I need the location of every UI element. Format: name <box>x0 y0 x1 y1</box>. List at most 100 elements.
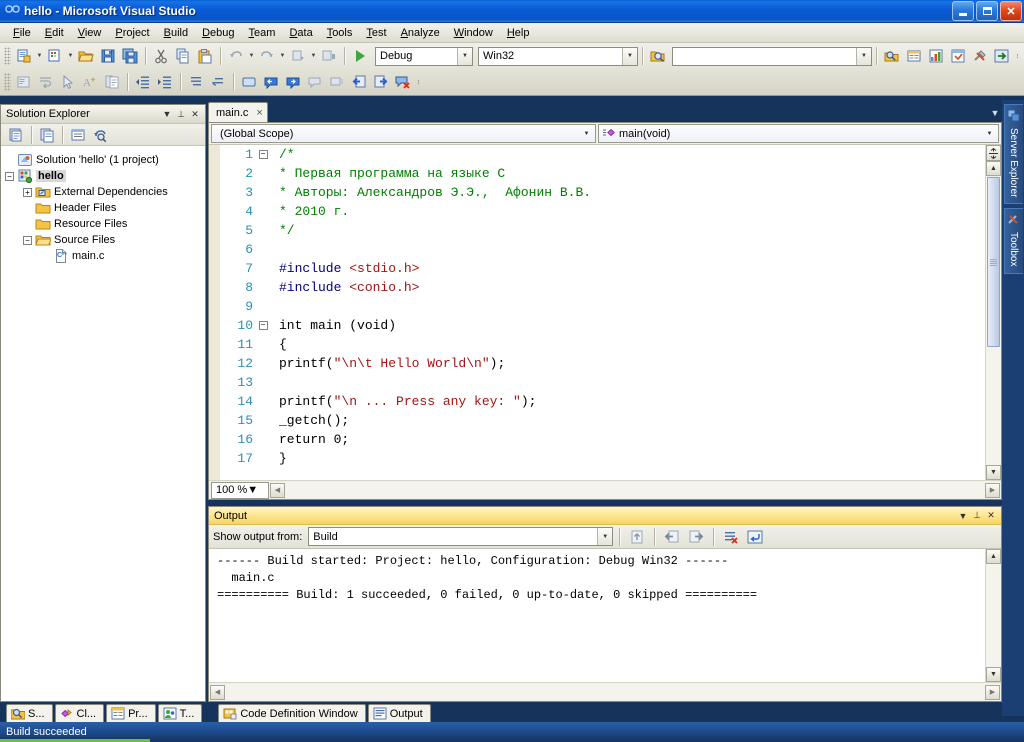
code-line[interactable]: 15 _getch(); <box>221 411 985 430</box>
save-all-icon[interactable] <box>119 45 141 67</box>
tree-item-header-files[interactable]: Header Files <box>5 200 205 216</box>
tree-item-main-c[interactable]: C ++ main.c <box>5 248 205 264</box>
fold-toggle[interactable]: − <box>258 150 268 159</box>
go-forward-icon[interactable] <box>370 71 392 93</box>
bottom-tab-pr[interactable]: Pr... <box>106 704 156 722</box>
menu-item-debug[interactable]: Debug <box>195 25 241 41</box>
chevron-down-icon[interactable]: ▼ <box>580 125 593 142</box>
close-icon[interactable]: ✕ <box>188 107 202 121</box>
paste-icon[interactable] <box>194 45 216 67</box>
find-in-files-icon[interactable] <box>647 45 669 67</box>
chevron-down-icon[interactable]: ▼ <box>622 47 637 65</box>
fold-toggle[interactable]: − <box>258 321 268 330</box>
code-line[interactable]: 9 <box>221 297 985 316</box>
menu-item-build[interactable]: Build <box>157 25 195 41</box>
editor-horizontal-scrollbar[interactable]: ◀ ▶ <box>270 482 1000 498</box>
code-line[interactable]: 5 */ <box>221 221 985 240</box>
scroll-down-button[interactable]: ▼ <box>986 667 1001 682</box>
tree-collapse-toggle[interactable]: − <box>5 171 14 181</box>
chevron-down-icon[interactable]: ▼ <box>457 47 472 65</box>
toolbar-overflow-icon[interactable]: ⁝ <box>414 71 423 93</box>
minimize-button[interactable] <box>952 1 974 21</box>
new-project-icon[interactable] <box>13 45 35 67</box>
scroll-up-button[interactable]: ▲ <box>986 161 1001 176</box>
menu-item-data[interactable]: Data <box>282 25 319 41</box>
tree-item-resource-files[interactable]: Resource Files <box>5 216 205 232</box>
scroll-track[interactable] <box>986 177 1001 465</box>
tree-item-external-dependencies[interactable]: + External Dependencies <box>5 184 205 200</box>
menu-item-help[interactable]: Help <box>500 25 537 41</box>
scroll-thumb[interactable] <box>987 177 1000 347</box>
save-icon[interactable] <box>97 45 119 67</box>
cut-icon[interactable] <box>150 45 172 67</box>
output-horizontal-scrollbar[interactable]: ◀ ▶ <box>210 684 1000 700</box>
solution-tree[interactable]: Solution 'hello' (1 project) − hello + Exter… <box>1 146 205 701</box>
add-new-item-icon[interactable] <box>44 45 66 67</box>
view-code-icon[interactable] <box>67 124 89 146</box>
refresh-icon[interactable] <box>89 124 111 146</box>
publish-icon[interactable] <box>991 45 1013 67</box>
code-line[interactable]: 1− /* <box>221 145 985 164</box>
tree-item-solution-hello-1-project[interactable]: Solution 'hello' (1 project) <box>5 152 205 168</box>
close-icon[interactable]: × <box>256 107 262 119</box>
chevron-down-icon[interactable]: ▼ <box>983 125 996 142</box>
tools-icon[interactable] <box>969 45 991 67</box>
bottom-tab-code-definition-window[interactable]: Code Definition Window <box>218 704 366 722</box>
scroll-up-button[interactable]: ▲ <box>986 549 1001 564</box>
scroll-right-button[interactable]: ▶ <box>985 482 1000 498</box>
menu-item-view[interactable]: View <box>71 25 109 41</box>
scroll-left-button[interactable]: ◀ <box>270 482 285 498</box>
object-browser-icon[interactable] <box>925 45 947 67</box>
function-combo[interactable]: main(void) ▼ <box>598 124 999 143</box>
code-line[interactable]: 8 #include <conio.h> <box>221 278 985 297</box>
editor-vertical-scrollbar[interactable]: ▲ ▼ <box>985 145 1001 480</box>
tree-item-hello[interactable]: − hello <box>5 168 205 184</box>
chevron-down-icon[interactable]: ▼ <box>956 509 970 523</box>
open-file-icon[interactable] <box>75 45 97 67</box>
chevron-down-icon[interactable]: ▼ <box>247 484 260 496</box>
code-line[interactable]: 14 printf("\n ... Press any key: "); <box>221 392 985 411</box>
split-view-handle[interactable] <box>986 145 1001 161</box>
tree-expand-toggle[interactable]: + <box>23 187 32 197</box>
bottom-tab-cl[interactable]: Cl... <box>54 704 105 722</box>
properties-window-icon[interactable] <box>903 45 925 67</box>
new-project-dropdown-arrow[interactable]: ▼ <box>35 45 44 67</box>
tree-item-source-files[interactable]: − Source Files <box>5 232 205 248</box>
menu-item-test[interactable]: Test <box>359 25 393 41</box>
menu-item-file[interactable]: File <box>6 25 38 41</box>
code-line[interactable]: 2 * Первая программа на языке С <box>221 164 985 183</box>
menu-item-edit[interactable]: Edit <box>38 25 71 41</box>
scroll-track[interactable] <box>986 564 1001 667</box>
code-line[interactable]: 13 <box>221 373 985 392</box>
scope-combo[interactable]: (Global Scope) ▼ <box>211 124 596 143</box>
menu-item-team[interactable]: Team <box>242 25 283 41</box>
navigate-backward-dropdown-arrow[interactable]: ▼ <box>309 45 318 67</box>
menu-item-analyze[interactable]: Analyze <box>394 25 447 41</box>
show-all-files-icon[interactable] <box>36 124 58 146</box>
code-area[interactable]: 1−/* 2 * Первая программа на языке С 3 * Авт… <box>209 145 1001 480</box>
properties-icon[interactable] <box>5 124 27 146</box>
code-line[interactable]: 3 * Авторы: Александров Э.Э., Афонин В.В. <box>221 183 985 202</box>
clear-bookmarks-icon[interactable] <box>392 71 414 93</box>
chevron-down-icon[interactable]: ▼ <box>160 107 174 121</box>
output-filter-combo[interactable]: Build ▼ <box>308 527 614 546</box>
code-line[interactable]: 12 printf("\n\t Hello World\n"); <box>221 354 985 373</box>
tab-main-c[interactable]: main.c × <box>208 102 268 123</box>
chevron-down-icon[interactable]: ▼ <box>988 106 1002 120</box>
code-lines[interactable]: 1−/* 2 * Первая программа на языке С 3 * Авт… <box>221 145 985 480</box>
configuration-combo[interactable]: Debug ▼ <box>375 46 473 66</box>
scroll-down-button[interactable]: ▼ <box>986 465 1001 480</box>
comment-selection-icon[interactable] <box>185 71 207 93</box>
chevron-down-icon[interactable]: ▼ <box>856 47 871 65</box>
decrease-indent-icon[interactable] <box>132 71 154 93</box>
tree-collapse-toggle[interactable]: − <box>23 235 32 245</box>
maximize-button[interactable] <box>976 1 998 21</box>
code-line[interactable]: 4 * 2010 г. <box>221 202 985 221</box>
close-icon[interactable]: ✕ <box>984 509 998 523</box>
menu-item-tools[interactable]: Tools <box>320 25 360 41</box>
find-combo[interactable]: ▼ <box>672 46 872 66</box>
clear-all-icon[interactable] <box>720 526 742 548</box>
code-line[interactable]: 7 #include <stdio.h> <box>221 259 985 278</box>
bottom-tab-t[interactable]: T... <box>157 704 203 722</box>
code-line[interactable]: 17} <box>221 449 985 468</box>
